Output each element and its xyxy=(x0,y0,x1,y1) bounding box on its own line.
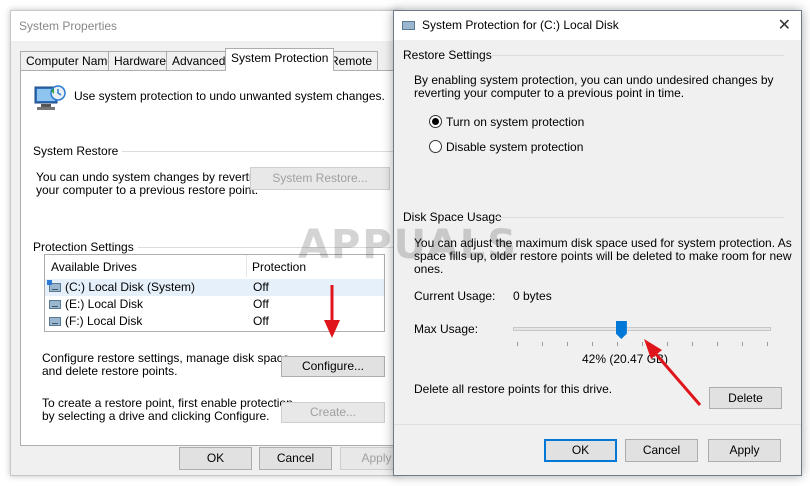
ok-button[interactable]: OK xyxy=(179,447,252,470)
slider-tick xyxy=(767,342,768,346)
watermark-logo: APPUALS xyxy=(298,222,519,268)
slider-tick xyxy=(742,342,743,346)
drive-name: (E:) Local Disk xyxy=(65,297,144,311)
disk-space-divider xyxy=(495,217,784,218)
radio-button-unchecked[interactable] xyxy=(429,140,442,153)
close-icon[interactable]: ✕ xyxy=(778,15,791,35)
slider-tick xyxy=(617,342,618,346)
disable-protection-option[interactable]: Disable system protection xyxy=(429,139,629,155)
cancel-button[interactable]: Cancel xyxy=(259,447,332,470)
drive-protection-status: Off xyxy=(253,314,269,328)
slider-tick xyxy=(567,342,568,346)
system-restore-heading: System Restore xyxy=(33,144,123,158)
protection-settings-heading: Protection Settings xyxy=(33,240,138,254)
slider-tick xyxy=(542,342,543,346)
turn-on-protection-option[interactable]: Turn on system protection xyxy=(429,114,629,130)
tab-hardware[interactable]: Hardware xyxy=(108,51,173,70)
tab-computer-name[interactable]: Computer Name xyxy=(20,51,121,70)
max-usage-slider-thumb[interactable] xyxy=(615,321,627,339)
drive-row-e[interactable]: (E:) Local Disk Off xyxy=(45,296,384,313)
disable-protection-label[interactable]: Disable system protection xyxy=(446,140,583,154)
drive-name: (C:) Local Disk (System) xyxy=(65,280,196,294)
dialog-footer-divider xyxy=(394,424,801,425)
max-usage-readout: 42% (20.47 GB) xyxy=(582,352,669,366)
delete-button[interactable]: Delete xyxy=(709,387,782,409)
drive-icon xyxy=(49,317,61,326)
current-usage-value: 0 bytes xyxy=(513,289,552,303)
drive-name: (F:) Local Disk xyxy=(65,314,143,328)
drive-title-icon xyxy=(402,21,415,30)
slider-tick xyxy=(592,342,593,346)
intro-text: Use system protection to undo unwanted s… xyxy=(74,89,385,103)
column-divider xyxy=(246,255,247,277)
system-restore-description: You can undo system changes by reverting… xyxy=(36,170,266,197)
dialog-ok-button[interactable]: OK xyxy=(544,439,617,462)
configure-description: Configure restore settings, manage disk … xyxy=(42,351,293,378)
dialog-apply-button[interactable]: Apply xyxy=(708,439,781,462)
tab-system-protection[interactable]: System Protection xyxy=(225,48,335,71)
turn-on-protection-label[interactable]: Turn on system protection xyxy=(446,115,584,129)
tab-advanced[interactable]: Advanced xyxy=(166,51,232,70)
drive-row-c[interactable]: (C:) Local Disk (System) Off xyxy=(45,279,384,296)
drive-protection-status: Off xyxy=(253,297,269,311)
delete-description: Delete all restore points for this drive… xyxy=(414,382,613,396)
dialog-titlebar[interactable]: System Protection for (C:) Local Disk ✕ xyxy=(394,11,801,40)
system-restore-button[interactable]: System Restore... xyxy=(250,167,390,190)
window-title: System Properties xyxy=(19,19,118,33)
current-usage-label: Current Usage: xyxy=(414,289,496,303)
slider-tick xyxy=(692,342,693,346)
system-restore-divider xyxy=(115,151,393,152)
restore-settings-divider xyxy=(492,55,784,56)
create-button[interactable]: Create... xyxy=(281,402,385,423)
system-properties-titlebar[interactable]: System Properties xyxy=(11,11,399,41)
system-protection-icon xyxy=(33,83,67,113)
drive-icon xyxy=(49,300,61,309)
dialog-title: System Protection for (C:) Local Disk xyxy=(422,18,619,32)
slider-tick xyxy=(517,342,518,346)
dialog-cancel-button[interactable]: Cancel xyxy=(625,439,698,462)
restore-settings-description: By enabling system protection, you can u… xyxy=(414,73,774,100)
max-usage-label: Max Usage: xyxy=(414,322,479,336)
slider-tick xyxy=(667,342,668,346)
create-description: To create a restore point, first enable … xyxy=(42,396,293,423)
slider-tick xyxy=(717,342,718,346)
restore-settings-heading: Restore Settings xyxy=(403,48,492,62)
slider-tick xyxy=(642,342,643,346)
drive-protection-status: Off xyxy=(253,280,269,294)
system-drive-icon xyxy=(47,280,61,292)
radio-button-checked[interactable] xyxy=(429,115,442,128)
configure-button[interactable]: Configure... xyxy=(281,356,385,377)
max-usage-slider-track[interactable] xyxy=(513,327,771,331)
drive-row-f[interactable]: (F:) Local Disk Off xyxy=(45,313,384,330)
column-available-drives[interactable]: Available Drives xyxy=(51,260,137,274)
